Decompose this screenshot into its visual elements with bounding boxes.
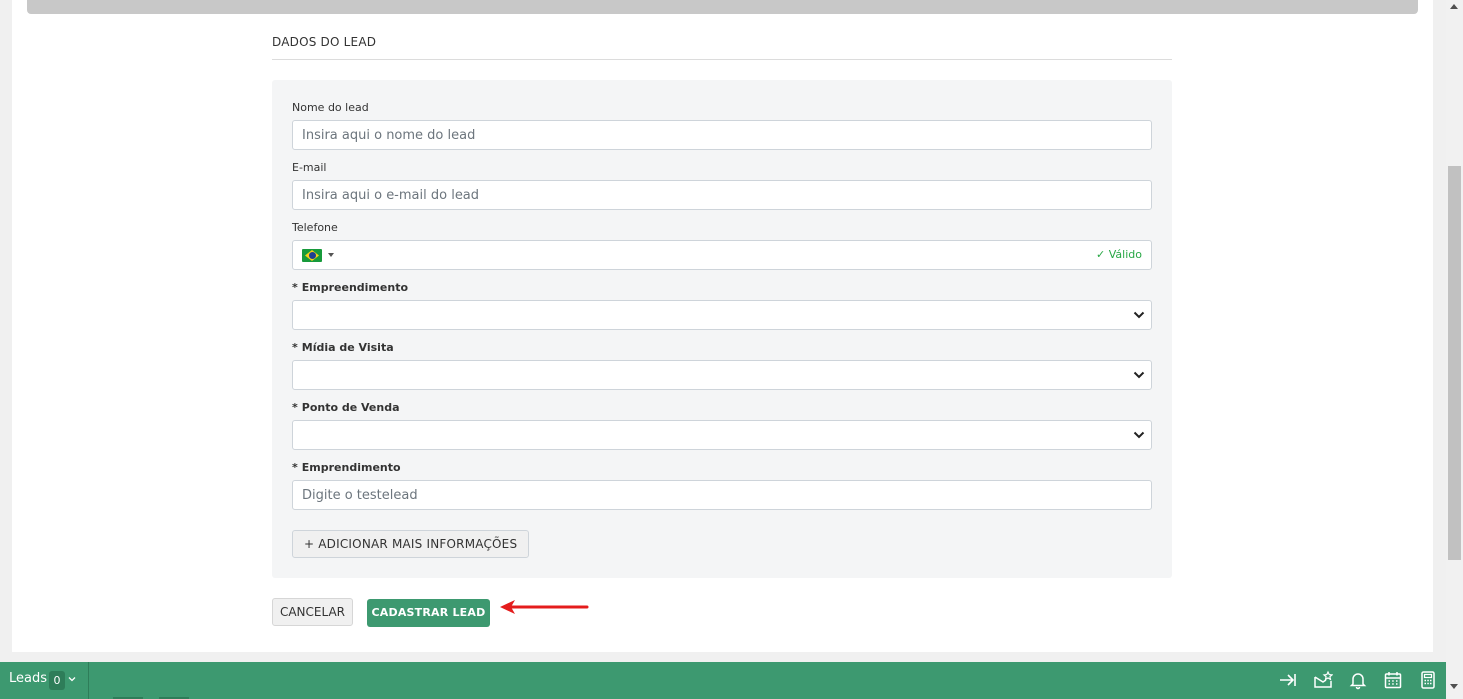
scroll-down-arrow-icon[interactable] (1450, 684, 1458, 689)
empreendimento-label: * Empreendimento (292, 281, 408, 294)
chevron-down-icon[interactable] (68, 675, 76, 683)
submit-lead-button[interactable]: CADASTRAR LEAD (367, 599, 490, 627)
ponto-label-text: Ponto de Venda (301, 401, 400, 414)
emprendimento-input[interactable] (292, 480, 1152, 510)
top-header-strip (27, 0, 1418, 14)
emprendimento-label: * Emprendimento (292, 461, 401, 474)
ponto-label: * Ponto de Venda (292, 401, 400, 414)
phone-input[interactable]: ✓ Válido (292, 240, 1152, 270)
chevron-down-icon (1133, 431, 1145, 439)
section-title: DADOS DO LEAD (272, 35, 377, 49)
empreendimento-select[interactable] (292, 300, 1152, 330)
phone-label: Telefone (292, 221, 338, 234)
bottom-bar-divider (88, 662, 89, 699)
brazil-flag-icon[interactable] (302, 249, 322, 262)
empreendimento-label-text: Empreendimento (301, 281, 409, 294)
scroll-up-arrow-icon[interactable] (1450, 4, 1458, 9)
chevron-down-icon (1133, 371, 1145, 379)
email-input[interactable] (292, 180, 1152, 210)
chevron-down-icon (1133, 311, 1145, 319)
cancel-button[interactable]: CANCELAR (272, 598, 353, 626)
leads-count-badge: 0 (49, 671, 65, 690)
bottom-bar: Leads 0 (0, 662, 1446, 699)
emprendimento-label-text: Emprendimento (301, 461, 401, 474)
midia-label: * Mídia de Visita (292, 341, 394, 354)
collapse-right-icon[interactable] (1278, 670, 1298, 690)
scrollbar-thumb[interactable] (1448, 166, 1461, 560)
required-mark: * (292, 401, 298, 414)
country-dropdown-caret-icon[interactable] (328, 253, 334, 257)
email-label: E-mail (292, 161, 327, 174)
required-mark: * (292, 461, 298, 474)
required-mark: * (292, 281, 298, 294)
calendar-icon[interactable] (1383, 670, 1403, 690)
add-more-info-button[interactable]: + ADICIONAR MAIS INFORMAÇÕES (292, 530, 530, 558)
calculator-icon[interactable] (1418, 670, 1438, 690)
midia-select[interactable] (292, 360, 1152, 390)
vertical-scrollbar[interactable] (1446, 0, 1463, 699)
annotation-arrow-icon (500, 600, 589, 614)
ponto-select[interactable] (292, 420, 1152, 450)
section-divider (272, 59, 1172, 60)
required-mark: * (292, 341, 298, 354)
phone-valid-status: ✓ Válido (1096, 248, 1142, 261)
leads-label[interactable]: Leads (9, 671, 47, 686)
mail-star-icon[interactable] (1313, 670, 1333, 690)
name-input[interactable] (292, 120, 1152, 150)
midia-label-text: Mídia de Visita (301, 341, 394, 354)
bell-icon[interactable] (1348, 670, 1368, 690)
name-label: Nome do lead (292, 101, 369, 114)
